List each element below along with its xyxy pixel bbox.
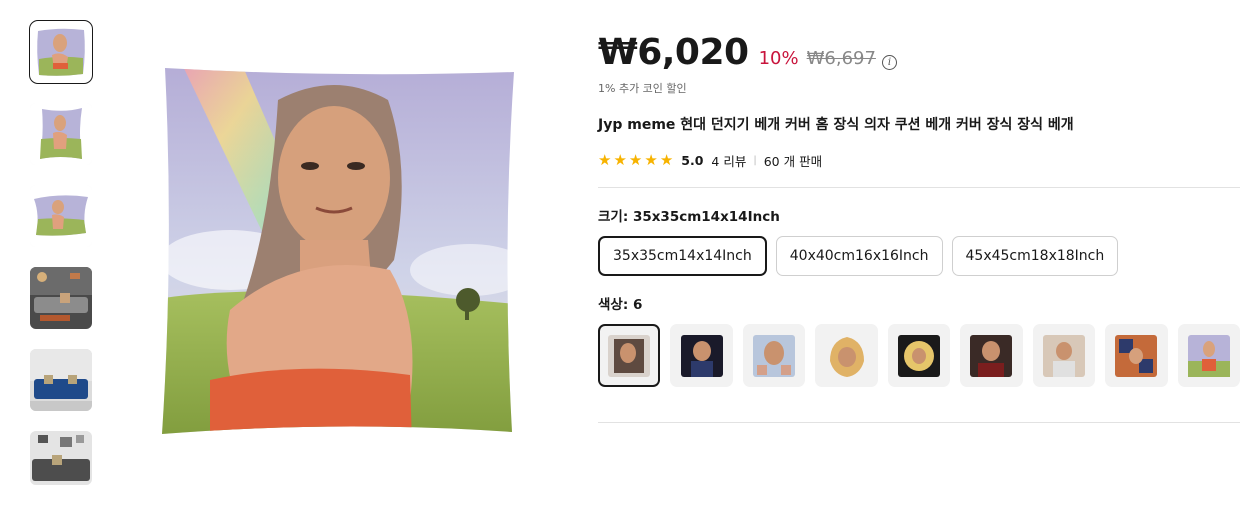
pillow-thumbnail-image <box>30 21 92 83</box>
thumbnail-living-room-blue-sofa[interactable] <box>30 349 92 411</box>
swatch-image <box>1042 334 1085 377</box>
color-swatch-1[interactable] <box>598 324 661 387</box>
swatch-image <box>970 334 1013 377</box>
size-option-45[interactable]: 45x45cm18x18Inch <box>951 236 1119 276</box>
star-icon: ★ <box>613 151 627 169</box>
swatch-image <box>898 334 940 377</box>
coin-discount-note: 1% 추가 코인 할인 <box>598 82 687 95</box>
color-swatch-4[interactable] <box>815 324 878 387</box>
star-icon: ★ <box>628 151 643 169</box>
star-rating: ★ ★ ★ ★ ★ <box>598 153 673 168</box>
swatch-image <box>1187 334 1230 377</box>
color-swatch-6[interactable] <box>960 324 1023 387</box>
size-options: 35x35cm14x14Inch 40x40cm16x16Inch 45x45c… <box>598 236 1240 276</box>
price-row: ₩6,020 10% ₩6,697 i <box>598 32 1240 78</box>
rating-row: ★ ★ ★ ★ ★ 5.0 4 리뷰 | 60 개 판매 <box>598 151 1240 170</box>
separator: | <box>753 155 757 166</box>
rating-value: 5.0 <box>681 153 704 168</box>
size-option-35[interactable]: 35x35cm14x14Inch <box>598 236 767 276</box>
discount-percent: 10% <box>758 48 799 69</box>
thumbnail-pillow-angled[interactable] <box>30 185 92 247</box>
size-option-40[interactable]: 40x40cm16x16Inch <box>775 236 943 276</box>
sale-price: ₩6,020 <box>598 32 749 73</box>
star-icon: ★ <box>644 151 658 169</box>
original-price: ₩6,697 <box>806 48 876 69</box>
thumbnail-pillow-front[interactable] <box>29 20 93 84</box>
color-swatch-2[interactable] <box>670 324 733 387</box>
thumbnail-pillow-tilted[interactable] <box>30 103 92 165</box>
product-title: Jyp meme 현대 던지기 베개 커버 홈 장식 의자 쿠션 베개 커버 장… <box>598 117 1074 133</box>
star-icon: ★ <box>598 151 612 169</box>
room-thumbnail-image <box>30 267 92 329</box>
thumbnail-living-room-grey[interactable] <box>30 431 92 485</box>
thumbnail-living-room-dark[interactable] <box>30 267 92 329</box>
info-icon[interactable]: i <box>881 55 897 70</box>
product-info-panel: ₩6,020 10% ₩6,697 i 1% 추가 코인 할인 Jyp meme… <box>598 32 1240 423</box>
room-thumbnail-image <box>30 431 92 485</box>
color-option-label: 색상: 6 <box>598 297 643 313</box>
pillow-thumbnail-image <box>30 103 92 165</box>
swatch-image <box>1115 334 1158 377</box>
star-icon: ★ <box>659 151 674 169</box>
color-options <box>598 324 1240 387</box>
color-swatch-5[interactable] <box>887 324 951 387</box>
color-swatch-3[interactable] <box>742 324 806 387</box>
swatch-image <box>825 334 868 377</box>
swatch-image <box>680 334 723 377</box>
size-option-label: 크기: 35x35cm14x14Inch <box>598 209 780 225</box>
color-swatch-7[interactable] <box>1032 324 1096 387</box>
color-swatch-9[interactable] <box>1177 324 1240 387</box>
pillow-thumbnail-image <box>30 185 92 247</box>
sales-count: 60 개 판매 <box>763 154 823 169</box>
main-product-image[interactable] <box>150 60 526 446</box>
review-count-link[interactable]: 4 리뷰 <box>711 151 746 170</box>
swatch-image <box>753 334 796 377</box>
pillow-main-image <box>162 68 514 434</box>
swatch-image <box>608 334 651 377</box>
thumbnail-list <box>29 20 94 485</box>
divider <box>598 187 1240 188</box>
color-swatch-8[interactable] <box>1105 324 1168 387</box>
room-thumbnail-image <box>30 349 92 411</box>
divider <box>598 422 1240 423</box>
